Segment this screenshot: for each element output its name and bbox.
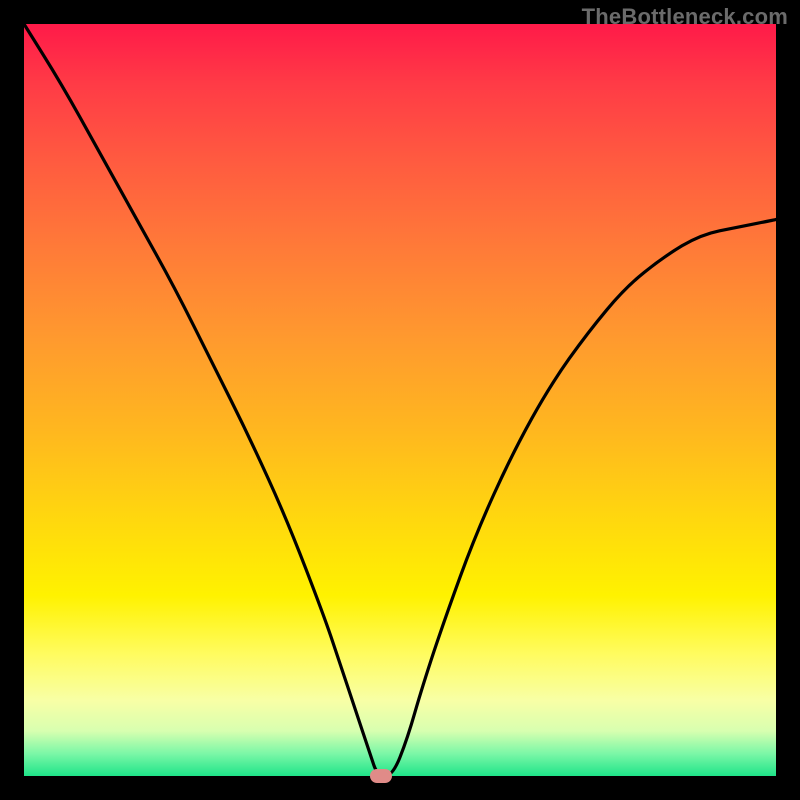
minimum-marker <box>370 769 392 783</box>
curve-path <box>24 24 776 776</box>
chart-container: TheBottleneck.com <box>0 0 800 800</box>
curve-svg <box>24 24 776 776</box>
plot-area <box>24 24 776 776</box>
